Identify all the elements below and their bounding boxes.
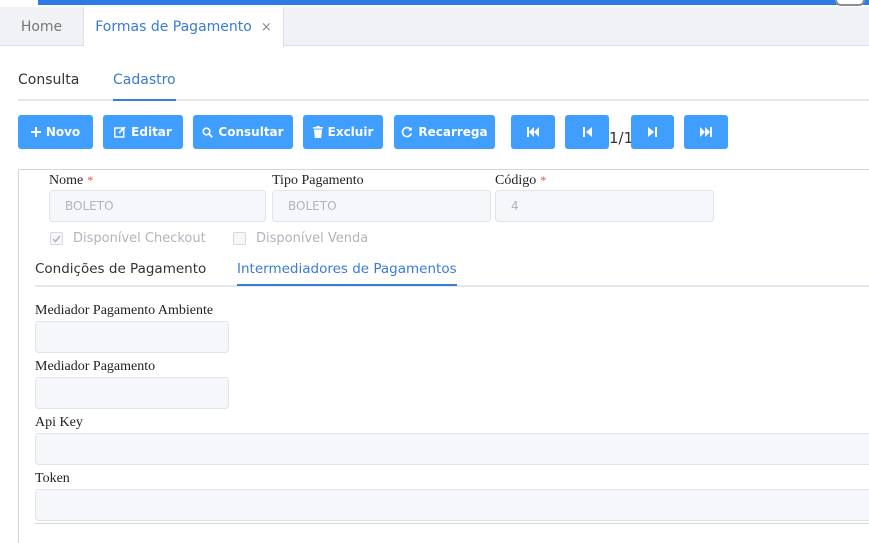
mediador-input[interactable] bbox=[35, 377, 229, 409]
first-page-button[interactable] bbox=[511, 115, 555, 149]
nome-label: Nome bbox=[49, 173, 84, 188]
venda-checkbox[interactable]: Disponível Venda bbox=[233, 231, 368, 246]
close-icon[interactable]: × bbox=[261, 20, 272, 35]
codigo-field[interactable]: 4 bbox=[495, 190, 714, 222]
tab-bar: Home Formas de Pagamento × bbox=[0, 7, 869, 47]
excluir-button[interactable]: Excluir bbox=[303, 115, 383, 149]
tab-intermediadores-pagamentos[interactable]: Intermediadores de Pagamentos bbox=[237, 261, 457, 286]
previous-page-icon bbox=[582, 127, 592, 137]
required-mark: * bbox=[540, 173, 547, 187]
mediador-label: Mediador Pagamento bbox=[35, 359, 156, 374]
edit-icon bbox=[114, 126, 126, 138]
nome-value: BOLETO bbox=[65, 199, 114, 213]
next-page-icon bbox=[648, 127, 657, 137]
refresh-icon bbox=[402, 126, 413, 138]
page-indicator: 1/1 bbox=[609, 129, 634, 147]
previous-page-button[interactable] bbox=[565, 115, 609, 149]
checkout-checkbox[interactable]: Disponível Checkout bbox=[50, 231, 206, 246]
window-accent-bar bbox=[38, 0, 869, 5]
tab-cadastro[interactable]: Cadastro bbox=[113, 72, 176, 101]
tab-home[interactable]: Home bbox=[0, 7, 84, 46]
token-label: Token bbox=[35, 471, 70, 486]
recarrega-button[interactable]: Recarrega bbox=[394, 115, 495, 149]
consultar-button[interactable]: Consultar bbox=[193, 115, 293, 149]
first-page-icon bbox=[527, 127, 539, 137]
mediador-ambiente-input[interactable] bbox=[35, 321, 229, 353]
novo-button[interactable]: Novo bbox=[18, 115, 93, 149]
tab-formas-label: Formas de Pagamento bbox=[95, 19, 252, 35]
codigo-value: 4 bbox=[511, 199, 519, 213]
mediador-ambiente-label: Mediador Pagamento Ambiente bbox=[35, 303, 214, 318]
inner-tabs: Condições de Pagamento Intermediadores d… bbox=[35, 256, 869, 287]
recarrega-button-label: Recarrega bbox=[418, 125, 488, 139]
novo-button-label: Novo bbox=[45, 125, 81, 139]
last-page-icon bbox=[700, 127, 712, 137]
next-page-button[interactable] bbox=[631, 115, 674, 149]
sub-tabs: Consulta Cadastro bbox=[18, 58, 869, 101]
tab-condicoes-pagamento[interactable]: Condições de Pagamento bbox=[35, 261, 206, 277]
nome-label-wrap: Nome * bbox=[49, 173, 93, 189]
top-strip bbox=[0, 0, 869, 7]
tab-consulta[interactable]: Consulta bbox=[18, 72, 79, 88]
tab-formas-de-pagamento[interactable]: Formas de Pagamento × bbox=[84, 7, 284, 47]
editar-button[interactable]: Editar bbox=[103, 115, 183, 149]
divider bbox=[35, 523, 869, 524]
codigo-label-wrap: Código * bbox=[495, 173, 546, 189]
search-icon bbox=[202, 126, 214, 138]
tipo-label-wrap: Tipo Pagamento bbox=[272, 173, 364, 189]
api-key-input[interactable] bbox=[35, 433, 869, 465]
nome-field[interactable]: BOLETO bbox=[49, 190, 266, 222]
token-input[interactable] bbox=[35, 489, 869, 521]
check-icon bbox=[52, 235, 61, 243]
required-mark: * bbox=[87, 173, 94, 187]
checkout-label: Disponível Checkout bbox=[73, 231, 206, 246]
tab-home-label: Home bbox=[20, 18, 63, 35]
plus-icon bbox=[30, 127, 41, 137]
venda-label: Disponível Venda bbox=[256, 231, 369, 246]
editar-button-label: Editar bbox=[131, 125, 172, 139]
tipo-pagamento-label: Tipo Pagamento bbox=[272, 173, 364, 188]
last-page-button[interactable] bbox=[684, 115, 728, 149]
tipo-pagamento-value: BOLETO bbox=[288, 199, 337, 213]
form-panel: Nome * BOLETO Tipo Pagamento BOLETO Códig… bbox=[18, 169, 869, 543]
consultar-button-label: Consultar bbox=[218, 125, 284, 139]
api-key-label: Api Key bbox=[35, 415, 83, 430]
trash-icon bbox=[312, 126, 323, 138]
tipo-pagamento-field[interactable]: BOLETO bbox=[272, 190, 491, 222]
checkbox-box[interactable] bbox=[50, 232, 63, 245]
window-control[interactable] bbox=[835, 0, 865, 6]
excluir-button-label: Excluir bbox=[327, 125, 374, 139]
codigo-label: Código bbox=[495, 173, 537, 188]
checkbox-box[interactable] bbox=[233, 232, 246, 245]
